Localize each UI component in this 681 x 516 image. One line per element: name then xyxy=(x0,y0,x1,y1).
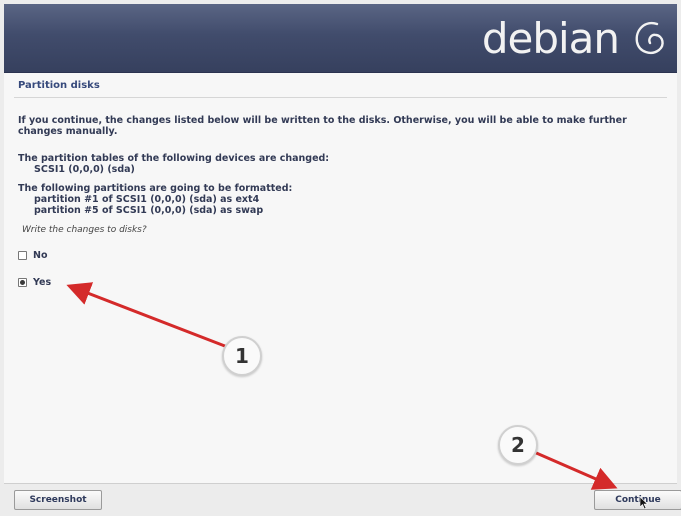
format-item: partition #1 of SCSI1 (0,0,0) (sda) as e… xyxy=(34,194,260,205)
format-heading: The following partitions are going to be… xyxy=(18,183,293,194)
tables-device: SCSI1 (0,0,0) (sda) xyxy=(34,164,135,175)
format-item: partition #5 of SCSI1 (0,0,0) (sda) as s… xyxy=(34,205,264,216)
step-marker-2: 2 xyxy=(498,425,538,465)
question-text: Write the changes to disks? xyxy=(22,225,147,235)
tables-heading: The partition tables of the following de… xyxy=(18,153,330,164)
option-yes[interactable]: Yes xyxy=(18,277,51,288)
debian-swirl-icon xyxy=(635,21,664,54)
option-no-label: No xyxy=(33,250,48,261)
option-no[interactable]: No xyxy=(18,250,47,261)
installer-content: Partition disks If you continue, the cha… xyxy=(4,73,677,484)
title-divider xyxy=(14,97,667,98)
intro-text: If you continue, the changes listed belo… xyxy=(18,115,627,137)
page-title: Partition disks xyxy=(18,80,100,91)
radio-yes[interactable] xyxy=(18,278,27,287)
step-marker-1: 1 xyxy=(222,336,262,376)
debian-banner: debian xyxy=(4,4,677,73)
radio-no[interactable] xyxy=(18,251,27,260)
continue-button[interactable]: Continue xyxy=(594,490,681,510)
screenshot-button[interactable]: Screenshot xyxy=(14,490,102,510)
debian-logo-text: debian xyxy=(481,14,620,63)
option-yes-label: Yes xyxy=(33,277,52,288)
mouse-cursor-icon xyxy=(640,497,648,509)
